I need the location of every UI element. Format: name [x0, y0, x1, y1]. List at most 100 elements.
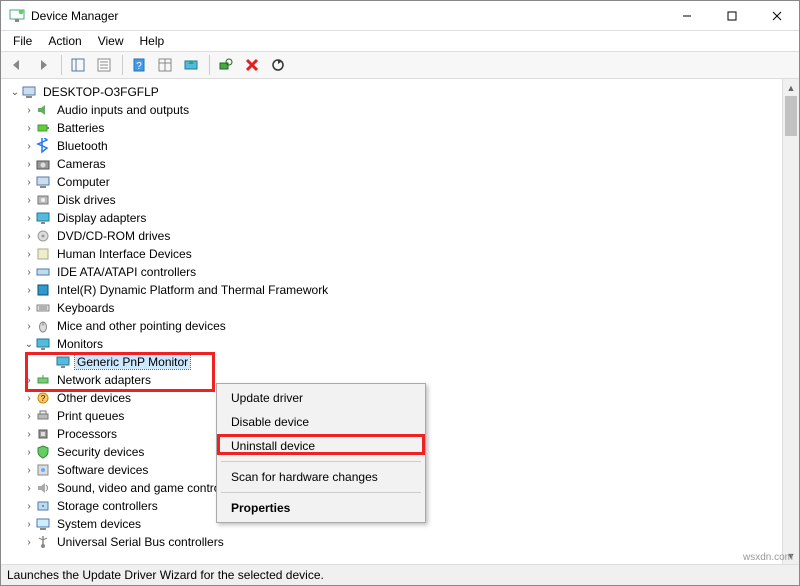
tree-item-label: Processors: [55, 427, 119, 441]
tree-category-bluetooth[interactable]: ›Bluetooth: [9, 137, 797, 155]
uninstall-button[interactable]: [240, 53, 264, 77]
tree-category-display[interactable]: ›Display adapters: [9, 209, 797, 227]
tree-item-label: Security devices: [55, 445, 146, 459]
scroll-up-arrow-icon[interactable]: ▲: [783, 79, 799, 96]
window-title: Device Manager: [31, 9, 118, 23]
scan-hardware-button[interactable]: [214, 53, 238, 77]
refresh-icon: [270, 57, 286, 73]
expand-caret-icon[interactable]: ›: [23, 447, 35, 458]
help-button[interactable]: ?: [127, 53, 151, 77]
expand-caret-icon[interactable]: ›: [23, 285, 35, 296]
expand-caret-icon[interactable]: ›: [23, 231, 35, 242]
expand-caret-icon[interactable]: ›: [23, 195, 35, 206]
menu-file[interactable]: File: [5, 32, 40, 50]
tree-item-label: Other devices: [55, 391, 133, 405]
expand-caret-icon[interactable]: ›: [23, 321, 35, 332]
tree-category-intel[interactable]: ›Intel(R) Dynamic Platform and Thermal F…: [9, 281, 797, 299]
maximize-button[interactable]: [709, 1, 754, 31]
tree-item-label: Universal Serial Bus controllers: [55, 535, 226, 549]
cm-separator: [221, 492, 421, 493]
expand-caret-icon[interactable]: ›: [23, 141, 35, 152]
computer_root-icon: [21, 84, 37, 100]
cm-scan-hardware[interactable]: Scan for hardware changes: [219, 465, 423, 489]
computer-icon: [35, 174, 51, 190]
hid-icon: [35, 246, 51, 262]
expand-caret-icon[interactable]: ›: [23, 303, 35, 314]
vertical-scrollbar[interactable]: ▲ ▼: [782, 79, 799, 564]
toolbar-separator: [122, 55, 123, 75]
forward-arrow-icon: [35, 57, 51, 73]
expand-caret-icon[interactable]: ›: [23, 267, 35, 278]
scrollbar-thumb[interactable]: [785, 96, 797, 136]
cm-disable-device[interactable]: Disable device: [219, 410, 423, 434]
expand-caret-icon[interactable]: ›: [23, 375, 35, 386]
status-bar: Launches the Update Driver Wizard for th…: [1, 565, 799, 585]
expand-caret-icon[interactable]: ›: [23, 465, 35, 476]
close-button[interactable]: [754, 1, 799, 31]
menu-help[interactable]: Help: [132, 32, 173, 50]
uninstall-icon: [244, 57, 260, 73]
expand-caret-icon[interactable]: ›: [23, 177, 35, 188]
tree-category-optical[interactable]: ›DVD/CD-ROM drives: [9, 227, 797, 245]
expand-caret-icon[interactable]: ›: [23, 393, 35, 404]
expand-caret-icon[interactable]: ›: [23, 429, 35, 440]
tree-item-label: Disk drives: [55, 193, 118, 207]
cm-uninstall-device[interactable]: Uninstall device: [219, 434, 423, 458]
tree-category-ide[interactable]: › IDE ATA/ATAPI controllers: [9, 263, 797, 281]
tree-item-label: IDE ATA/ATAPI controllers: [55, 265, 198, 279]
tree-category-camera[interactable]: ›Cameras: [9, 155, 797, 173]
tree-category-usb[interactable]: › Universal Serial Bus controllers: [9, 533, 797, 551]
tree-root-node[interactable]: ⌄ DESKTOP-O3FGFLP: [9, 83, 797, 101]
expand-caret-icon[interactable]: ›: [23, 483, 35, 494]
tree-category-disk[interactable]: › Disk drives: [9, 191, 797, 209]
intel-icon: [35, 282, 51, 298]
app-icon: [9, 8, 25, 24]
tree-category-audio[interactable]: ›Audio inputs and outputs: [9, 101, 797, 119]
minimize-button[interactable]: [664, 1, 709, 31]
usb-icon: [35, 534, 51, 550]
cm-update-driver[interactable]: Update driver: [219, 386, 423, 410]
tree-device-monitor[interactable]: Generic PnP Monitor: [9, 353, 797, 371]
status-text: Launches the Update Driver Wizard for th…: [7, 568, 324, 582]
expand-caret-icon[interactable]: ›: [23, 213, 35, 224]
expand-caret-icon[interactable]: ›: [23, 519, 35, 530]
tree-item-label: DESKTOP-O3FGFLP: [41, 85, 161, 99]
tree-category-monitor[interactable]: ⌄Monitors: [9, 335, 797, 353]
title-bar: Device Manager: [1, 1, 799, 31]
cm-properties[interactable]: Properties: [219, 496, 423, 520]
bluetooth-icon: [35, 138, 51, 154]
properties-button[interactable]: [92, 53, 116, 77]
monitor-icon: [55, 354, 71, 370]
show-console-tree-button[interactable]: [66, 53, 90, 77]
expand-caret-icon[interactable]: ›: [23, 123, 35, 134]
tree-item-label: System devices: [55, 517, 143, 531]
expand-caret-icon[interactable]: ›: [23, 411, 35, 422]
menu-action[interactable]: Action: [40, 32, 89, 50]
expand-caret-icon[interactable]: ›: [23, 501, 35, 512]
toolbar-separator: [61, 55, 62, 75]
details-button[interactable]: [153, 53, 177, 77]
tree-item-label: Print queues: [55, 409, 126, 423]
expand-caret-icon[interactable]: ⌄: [23, 339, 35, 350]
svg-text:?: ?: [136, 61, 142, 72]
forward-button[interactable]: [31, 53, 55, 77]
tree-item-label: Network adapters: [55, 373, 153, 387]
tree-category-hid[interactable]: ›Human Interface Devices: [9, 245, 797, 263]
menu-view[interactable]: View: [90, 32, 132, 50]
tree-category-keyboard[interactable]: ›Keyboards: [9, 299, 797, 317]
expand-caret-icon[interactable]: ›: [23, 249, 35, 260]
tree-item-label: Storage controllers: [55, 499, 160, 513]
tree-category-computer[interactable]: ›Computer: [9, 173, 797, 191]
cm-separator: [221, 461, 421, 462]
tree-category-mouse[interactable]: ›Mice and other pointing devices: [9, 317, 797, 335]
expand-caret-icon[interactable]: ›: [23, 537, 35, 548]
expand-caret-icon[interactable]: ⌄: [9, 87, 21, 98]
back-button[interactable]: [5, 53, 29, 77]
update-driver-button[interactable]: [179, 53, 203, 77]
context-menu: Update driver Disable device Uninstall d…: [216, 383, 426, 523]
tree-category-battery[interactable]: ›Batteries: [9, 119, 797, 137]
refresh-button[interactable]: [266, 53, 290, 77]
properties-icon: [96, 57, 112, 73]
expand-caret-icon[interactable]: ›: [23, 159, 35, 170]
expand-caret-icon[interactable]: ›: [23, 105, 35, 116]
